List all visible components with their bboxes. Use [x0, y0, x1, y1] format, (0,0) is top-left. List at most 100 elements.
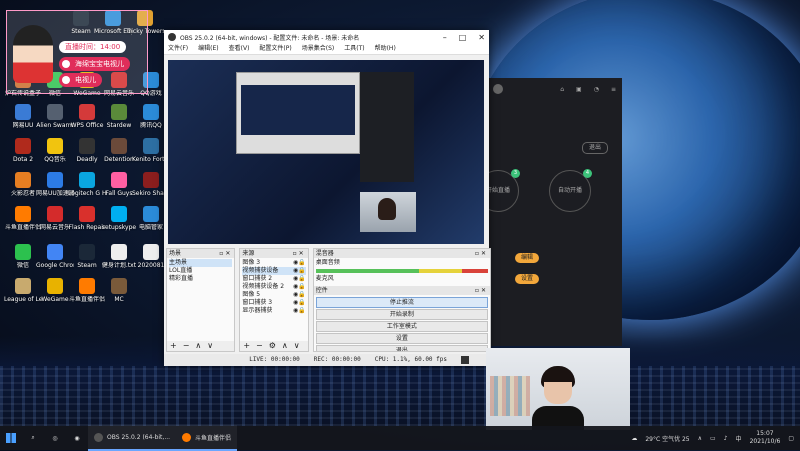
app-icon	[79, 104, 95, 120]
start-recording-button[interactable]: 开始录制	[315, 309, 488, 320]
source-item[interactable]: 显示器捕获 ◉🔒	[242, 307, 305, 315]
record-status-icon	[461, 356, 469, 364]
webcam-bookshelf	[490, 376, 530, 416]
user-avatar[interactable]	[493, 84, 503, 94]
scene-item[interactable]: LOL直播	[169, 267, 232, 275]
stream-time-label: 直播时间：14:00	[59, 41, 127, 53]
obs-logo-icon	[168, 33, 176, 41]
clock-time: 15:07	[756, 430, 774, 437]
search-icon[interactable]: ⌕	[22, 426, 44, 450]
app-icon	[143, 172, 159, 188]
auto-live-button[interactable]: 自动开播 4	[549, 169, 592, 212]
obs-statusbar: LIVE: 00:00:00 REC: 00:00:00 CPU: 1.1%, …	[164, 354, 489, 366]
down-icon[interactable]: ∨	[294, 341, 300, 351]
menu-profile[interactable]: 配置文件(P)	[259, 44, 291, 54]
app-icon	[111, 138, 127, 154]
input-method-icon[interactable]: 中	[736, 434, 742, 443]
app-icon	[143, 104, 159, 120]
chrome-taskbar-icon[interactable]: ◉	[66, 426, 88, 450]
eye-icon[interactable]: ◉🔒	[293, 291, 306, 299]
eye-icon[interactable]: ◉🔒	[293, 283, 306, 291]
notification-icon[interactable]: ◔	[594, 86, 599, 93]
eye-icon[interactable]: ◉🔒	[293, 259, 306, 267]
taskbar-app-label: 斗鱼直播伴侣	[195, 434, 232, 442]
edit-button[interactable]: 编辑	[515, 253, 540, 263]
source-item[interactable]: 视频捕获设备 2 ◉🔒	[242, 283, 305, 291]
system-tray: ☁ 29°C 空气优 25 ∧ ▭ ♪ 中 15:07 2021/10/6 ▢	[631, 430, 800, 446]
auto-live-label: 自动开播	[557, 187, 582, 194]
desktop-icon-label: MC	[114, 296, 124, 303]
webcam-person	[532, 366, 584, 430]
menu-tools[interactable]: 工具(T)	[344, 44, 364, 54]
taskbar-app-label: OBS 25.0.2 (64-bit,...	[107, 433, 171, 441]
studio-mode-button[interactable]: 工作室模式	[315, 321, 488, 332]
source-item[interactable]: 窗口捕获 3 ◉🔒	[242, 299, 305, 307]
dock-float-icon[interactable]: ▫✕	[475, 249, 488, 258]
remove-icon[interactable]: −	[256, 341, 263, 351]
exit-button[interactable]: 退出	[581, 142, 608, 154]
source-item[interactable]: 图像 5 ◉🔒	[242, 291, 305, 299]
desktop-icon[interactable]: MC	[100, 278, 138, 303]
rec-timer: REC: 00:00:00	[313, 356, 361, 363]
eye-icon[interactable]: ◉🔒	[293, 307, 306, 315]
start-live-label: 开始直播	[485, 187, 510, 194]
gift-icon[interactable]: ▣	[576, 86, 582, 93]
gear-icon[interactable]: ⚙	[269, 341, 276, 351]
chevron-up-icon[interactable]: ∧	[698, 435, 702, 442]
start-button[interactable]	[0, 426, 22, 450]
close-icon[interactable]: ✕	[478, 33, 485, 42]
clock[interactable]: 15:07 2021/10/6	[750, 430, 781, 446]
eye-icon[interactable]: ◉🔒	[293, 299, 306, 307]
exit-button[interactable]: 退出	[315, 345, 488, 351]
menu-help[interactable]: 帮助(H)	[375, 44, 396, 54]
eye-icon[interactable]: ◉🔒	[293, 267, 306, 275]
add-icon[interactable]: +	[170, 341, 177, 351]
up-icon[interactable]: ∧	[195, 341, 201, 351]
app-icon	[79, 278, 95, 294]
menu-file[interactable]: 文件(F)	[168, 44, 188, 54]
overlay-name-pill-2: 电视儿	[59, 73, 102, 87]
obs-preview[interactable]	[168, 60, 484, 244]
taskbar-app-obs[interactable]: OBS 25.0.2 (64-bit,...	[88, 425, 177, 451]
settings-button[interactable]: 设置	[315, 333, 488, 344]
steam-taskbar-icon[interactable]: ◎	[44, 426, 66, 450]
dock-float-icon[interactable]: ▫✕	[475, 286, 488, 295]
source-item[interactable]: 窗口捕获 2 ◉🔒	[242, 275, 305, 283]
menu-edit[interactable]: 编辑(E)	[198, 44, 218, 54]
menu-view[interactable]: 查看(V)	[229, 44, 250, 54]
shop-icon[interactable]: ⌂	[560, 86, 564, 93]
stream-overlay: 直播时间：14:00 海绵宝宝电视儿 电视儿	[6, 10, 148, 94]
scene-item[interactable]: 主场景	[169, 259, 233, 267]
remove-icon[interactable]: −	[183, 341, 190, 351]
volume-icon[interactable]: ♪	[724, 435, 728, 442]
maximize-icon[interactable]: □	[459, 33, 467, 42]
menu-scene-collection[interactable]: 场景集合(S)	[302, 44, 335, 54]
overlay-name-pill-1: 海绵宝宝电视儿	[59, 57, 130, 71]
app-icon	[111, 104, 127, 120]
notification-icon[interactable]: ▢	[788, 435, 794, 442]
mixer-track-label: 桌面音频	[315, 259, 340, 266]
app-icon	[143, 206, 159, 222]
cpu-fps: CPU: 1.1%, 60.00 fps	[374, 356, 447, 363]
source-item[interactable]: 图像 3 ◉🔒	[242, 259, 305, 267]
obs-titlebar[interactable]: OBS 25.0.2 (64-bit, windows) - 配置文件: 未命名…	[164, 30, 489, 44]
network-icon[interactable]: ▭	[710, 435, 716, 442]
eye-icon[interactable]: ◉🔒	[293, 275, 306, 283]
dock-float-icon[interactable]: ▫✕	[219, 249, 232, 258]
taskbar-app-douyu[interactable]: 斗鱼直播伴侣	[176, 425, 238, 451]
minimize-icon[interactable]: –	[443, 33, 447, 42]
add-icon[interactable]: +	[243, 341, 250, 351]
mixer-controls-column: 混音器 ▫✕ 桌面音频 麦克风 控件 ▫✕ 停止推流 开始录制 工作室模式 设置 退…	[312, 248, 491, 352]
menu-icon[interactable]: ≡	[611, 86, 616, 93]
source-item[interactable]: 视频捕获设备 ◉🔒	[242, 267, 306, 275]
dock-float-icon[interactable]: ▫✕	[293, 249, 306, 258]
down-icon[interactable]: ∨	[207, 341, 213, 351]
weather-icon[interactable]: ☁	[631, 435, 637, 442]
scene-item[interactable]: 精彩直播	[169, 275, 232, 283]
weather-text[interactable]: 29°C 空气优 25	[645, 434, 689, 443]
preview-webcam	[360, 192, 416, 232]
settings-button[interactable]: 设置	[515, 274, 540, 284]
app-icon	[111, 278, 127, 294]
up-icon[interactable]: ∧	[282, 341, 288, 351]
stop-streaming-button[interactable]: 停止推流	[315, 297, 488, 308]
